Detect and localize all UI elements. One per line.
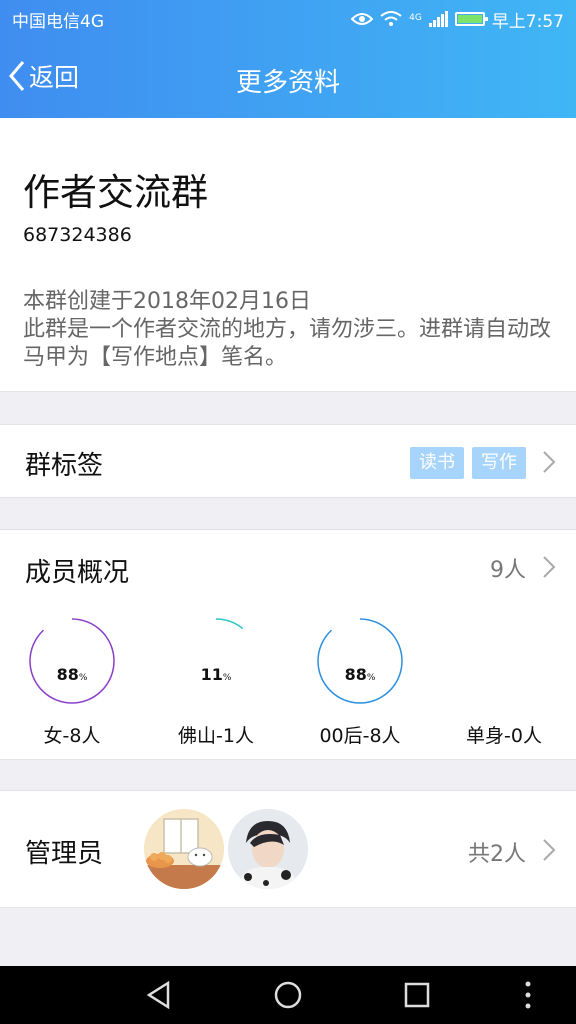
group-description: 本群创建于2018年02月16日 此群是一个作者交流的地方，请勿涉三。进群请自动…	[23, 288, 563, 372]
stat-label: 单身-0人	[466, 725, 542, 747]
stat-single: 单身-0人	[432, 615, 576, 748]
ring-chart	[29, 618, 115, 704]
admins-title: 管理员	[25, 839, 104, 869]
admin-avatar-cat[interactable]	[144, 809, 224, 889]
member-count: 9人	[490, 558, 526, 583]
tag-reading: 读书	[410, 447, 464, 479]
group-name: 作者交流群	[23, 171, 208, 214]
home-circle-icon[interactable]	[273, 980, 303, 1010]
chevron-right-icon	[543, 451, 556, 473]
signal-icon	[428, 11, 448, 27]
stat-gender: 88% 女-8人	[0, 615, 144, 748]
stat-location: 11% 佛山-1人	[144, 615, 288, 748]
back-label: 返回	[29, 63, 80, 92]
clock: 早上7:57	[491, 11, 564, 32]
stat-percent: 88%	[56, 665, 88, 684]
stat-percent: 11%	[200, 665, 232, 684]
status-icons: 4G 早上7:57	[351, 7, 564, 32]
stat-percent: 88%	[344, 665, 376, 684]
wifi-icon	[380, 11, 402, 26]
stat-label: 00后-8人	[319, 725, 401, 747]
member-overview-row[interactable]: 成员概况 9人	[0, 529, 576, 604]
system-navigation-bar	[0, 966, 576, 1024]
admin-avatar-boy[interactable]	[228, 809, 308, 889]
group-intro: 此群是一个作者交流的地方，请勿涉三。进群请自动改马甲为【写作地点】笔名。	[23, 317, 552, 370]
ring-chart	[173, 618, 259, 704]
tag-writing: 写作	[472, 447, 526, 479]
group-id: 687324386	[23, 224, 132, 246]
carrier-label: 中国电信4G	[12, 11, 104, 32]
chevron-right-icon	[543, 556, 556, 578]
navigation-bar: 返回 更多资料	[0, 38, 576, 118]
network-badge: 4G	[409, 12, 422, 23]
admin-count: 共2人	[468, 842, 526, 867]
group-tags-row[interactable]: 群标签 读书 写作	[0, 424, 576, 498]
back-button[interactable]: 返回	[8, 58, 79, 94]
group-info-card: 作者交流群 687324386 本群创建于2018年02月16日 此群是一个作者…	[0, 118, 576, 392]
status-bar: 中国电信4G 4G 早上7:57	[0, 0, 576, 38]
ring-chart	[458, 615, 550, 707]
member-overview-title: 成员概况	[25, 558, 130, 588]
group-created-date: 本群创建于2018年02月16日	[23, 289, 311, 314]
page-title: 更多资料	[235, 68, 340, 98]
person-photo-icon	[228, 809, 308, 889]
back-triangle-icon[interactable]	[144, 980, 174, 1010]
more-vertical-icon[interactable]	[518, 980, 538, 1010]
group-tags-title: 群标签	[25, 451, 104, 481]
recent-apps-icon[interactable]	[402, 980, 432, 1010]
eye-icon	[351, 13, 374, 25]
chevron-left-icon	[9, 61, 25, 91]
stat-label: 女-8人	[43, 725, 101, 747]
member-stats-panel: 88% 女-8人 11% 佛山-1人 88% 00后-8人 单身-0人	[0, 603, 576, 760]
admins-row[interactable]: 管理员 共2人	[0, 790, 576, 908]
stat-label: 佛山-1人	[178, 725, 254, 747]
cat-illustration-icon	[144, 809, 224, 889]
stat-age: 88% 00后-8人	[288, 615, 432, 748]
battery-icon	[454, 12, 488, 26]
chevron-right-icon	[543, 839, 556, 861]
ring-chart	[317, 618, 403, 704]
